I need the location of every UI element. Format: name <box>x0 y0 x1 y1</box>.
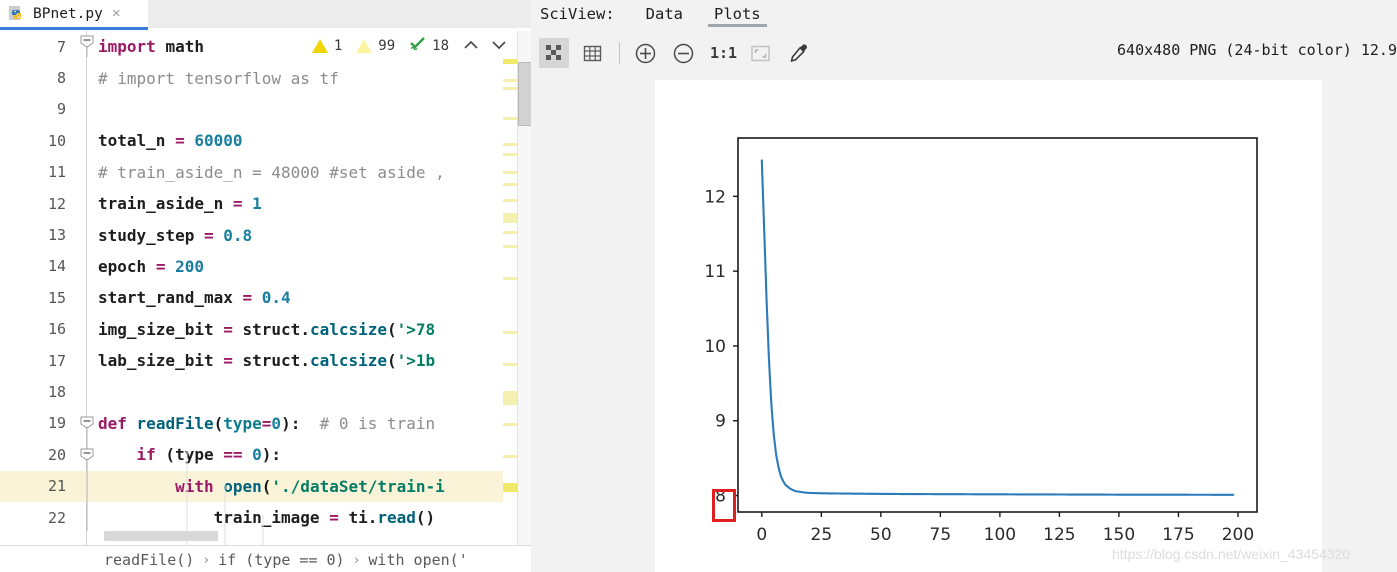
svg-text:10: 10 <box>704 337 726 357</box>
breadcrumb-divider <box>0 545 531 546</box>
sciview-panel: SciView: Data Plots 1:1 640x480 PNG (24-… <box>531 0 1397 572</box>
svg-text:25: 25 <box>811 525 833 545</box>
editor-tab-bpnet[interactable]: BPnet.py × <box>0 0 148 27</box>
zoom-out-icon[interactable] <box>668 38 698 68</box>
svg-text:11: 11 <box>704 262 726 282</box>
svg-text:100: 100 <box>984 525 1016 545</box>
line-number: 18 <box>47 383 66 402</box>
code-text: def readFile(type=0): # 0 is train <box>98 413 436 433</box>
svg-text:200: 200 <box>1222 525 1254 545</box>
editor-pane: BPnet.py × 7 import math 8 # import tensorf… <box>0 0 531 572</box>
editor-tabbar: BPnet.py × <box>0 0 531 30</box>
code-text: # train_aside_n = 48000 #set aside , <box>98 162 445 182</box>
breadcrumb-item-0[interactable]: readFile() <box>104 551 194 569</box>
breadcrumb-separator-1: › <box>352 552 361 568</box>
checkerboard-icon[interactable] <box>539 38 569 68</box>
line-number: 19 <box>47 414 66 433</box>
line-number: 22 <box>47 508 66 527</box>
code-text: train_aside_n = 1 <box>98 194 262 214</box>
zoom-in-icon[interactable] <box>630 38 660 68</box>
toolbar-separator <box>619 42 620 64</box>
close-icon[interactable]: × <box>112 6 121 21</box>
breadcrumb[interactable]: readFile() › if (type == 0) › with open(… <box>104 548 531 572</box>
code-text: img_size_bit = struct.calcsize('>78 <box>98 319 436 339</box>
sciview-header: SciView: Data Plots <box>531 0 1397 28</box>
line-number: 15 <box>47 288 66 307</box>
svg-text:9: 9 <box>715 412 726 432</box>
line-number: 11 <box>47 163 66 182</box>
editor-scrollbar-thumb[interactable] <box>518 62 531 126</box>
sciview-title: SciView: <box>540 5 615 23</box>
code-text: start_rand_max = 0.4 <box>98 288 291 308</box>
code-text: epoch = 200 <box>98 256 204 276</box>
svg-text:125: 125 <box>1043 525 1075 545</box>
actual-size-button[interactable]: 1:1 <box>710 44 737 62</box>
python-file-icon <box>9 5 26 22</box>
breadcrumb-item-2[interactable]: with open(' <box>368 551 467 569</box>
line-number: 12 <box>47 194 66 213</box>
code-text: study_step = 0.8 <box>98 225 253 245</box>
code-text: lab_size_bit = struct.calcsize('>1b <box>98 351 436 371</box>
line-number: 17 <box>47 351 66 370</box>
line-number: 21 <box>47 477 66 496</box>
code-text: train_image = ti.read() <box>213 508 436 528</box>
warning-count: 99 <box>378 37 396 54</box>
inspection-marker-strip[interactable] <box>503 31 517 545</box>
svg-text:0: 0 <box>756 525 767 545</box>
inspection-widget[interactable]: 1 99 18 <box>305 36 507 55</box>
ok-check-icon <box>409 36 426 55</box>
code-text: total_n = 60000 <box>98 131 243 151</box>
ide-window: BPnet.py × 7 import math 8 # import tensorf… <box>0 0 1397 572</box>
fit-to-screen-icon[interactable] <box>745 38 775 68</box>
ok-count: 18 <box>432 37 449 54</box>
matplotlib-figure: 0 25 50 75 100 125 150 175 20089101112 <box>704 137 1258 545</box>
code-text: if (type == 0): <box>136 445 282 465</box>
plot-canvas[interactable]: 0 25 50 75 100 125 150 175 200 8 9 10 11 12 <box>655 80 1322 572</box>
chevron-up-icon[interactable] <box>463 36 479 55</box>
tab-plots[interactable]: Plots <box>708 0 767 28</box>
code-folding-gutter[interactable] <box>76 31 98 545</box>
svg-text:75: 75 <box>930 525 952 545</box>
watermark: https://blog.csdn.net/weixin_43454320 <box>1112 546 1351 562</box>
svg-text:150: 150 <box>1103 525 1135 545</box>
grid-icon[interactable] <box>577 38 607 68</box>
line-number: 14 <box>47 257 66 276</box>
tab-data[interactable]: Data <box>646 0 683 28</box>
line-number: 20 <box>47 445 66 464</box>
line-number: 10 <box>47 131 66 150</box>
error-triangle-icon <box>311 38 328 53</box>
warning-triangle-icon <box>356 38 373 53</box>
image-info-label: 640x480 PNG (24-bit color) 12.9 <box>1117 41 1397 59</box>
code-editor[interactable]: 7 import math 8 # import tensorflow as tf 9 1… <box>0 31 531 545</box>
editor-tab-label: BPnet.py <box>33 5 103 22</box>
chevron-down-icon[interactable] <box>491 36 507 55</box>
error-count: 1 <box>333 37 343 54</box>
code-text: with open('./dataSet/train-i <box>175 476 445 496</box>
code-text: # import tensorflow as tf <box>98 68 339 88</box>
eyedropper-icon[interactable] <box>783 38 813 68</box>
line-number: 7 <box>56 37 66 56</box>
line-number: 9 <box>56 100 66 119</box>
svg-text:175: 175 <box>1162 525 1194 545</box>
svg-text:50: 50 <box>870 525 892 545</box>
line-number: 8 <box>56 69 66 88</box>
editor-horizontal-scrollbar[interactable] <box>104 531 218 541</box>
breadcrumb-item-1[interactable]: if (type == 0) <box>218 551 344 569</box>
line-number: 16 <box>47 320 66 339</box>
breadcrumb-separator-0: › <box>202 552 211 568</box>
active-tab-indicator <box>0 27 148 30</box>
y-tick-highlight-box <box>712 489 736 522</box>
svg-text:12: 12 <box>704 187 726 207</box>
line-number: 13 <box>47 226 66 245</box>
